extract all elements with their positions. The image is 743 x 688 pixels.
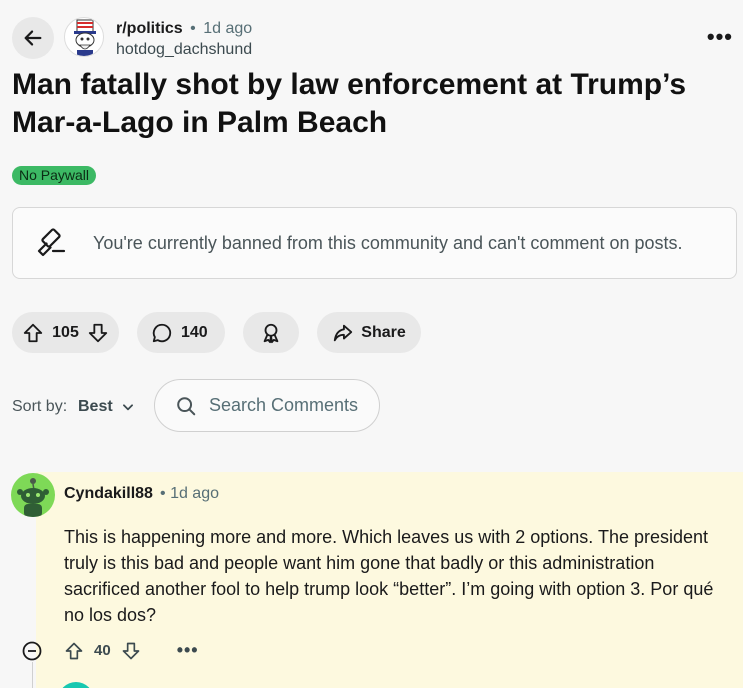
banned-notice: You're currently banned from this commun… [12,207,737,279]
back-button[interactable] [12,17,54,59]
share-label: Share [361,323,406,341]
award-icon [263,323,279,343]
sort-dropdown[interactable]: Best [78,398,135,416]
separator-dot: • [160,485,166,502]
share-arrow-icon [334,324,353,341]
vote-control: 105 [12,312,119,353]
more-options-button[interactable]: ••• [707,24,733,50]
upvote-icon[interactable] [22,322,44,344]
post-flair[interactable]: No Paywall [12,166,97,185]
post-author[interactable]: hotdog_dachshund [116,41,252,59]
comment-vote-count: 40 [94,642,111,659]
comment-avatar[interactable] [11,473,55,517]
post-title: Man fatally shot by law enforcement at T… [12,68,687,139]
post-action-bar: 105 140 Share [12,312,421,353]
comment-meta: • 1d ago [160,485,219,503]
collapse-thread-button[interactable] [22,641,42,661]
downvote-icon[interactable] [121,641,141,661]
comment-search[interactable] [154,379,380,432]
sort-label: Sort by: [12,398,68,415]
separator-dot: • [190,20,196,37]
comment-bubble-icon [152,323,172,342]
chevron-down-icon [122,404,133,411]
comment-action-bar: 40 ••• [64,640,199,661]
banned-message: You're currently banned from this commun… [93,232,683,253]
subreddit-line: r/politics • 1d ago [116,20,252,38]
comment-count: 140 [181,323,208,341]
gavel-icon [37,228,66,257]
uncle-sam-snoo-icon [74,19,96,56]
search-icon [177,396,196,415]
sort-value: Best [78,398,113,415]
share-button[interactable]: Share [317,312,421,353]
upvote-icon[interactable] [64,641,84,661]
comment-more-button[interactable]: ••• [177,640,199,661]
downvote-icon[interactable] [87,322,109,344]
comment-time: 1d ago [170,485,219,502]
minus-circle-icon [22,641,42,661]
award-button[interactable] [243,312,299,353]
search-comments-input[interactable] [209,395,369,416]
post-time: 1d ago [203,20,253,37]
thread-line [32,662,33,688]
subreddit-avatar[interactable] [64,17,104,57]
comment-author[interactable]: Cyndakill88 [64,485,153,503]
upvote-count: 105 [52,323,79,341]
arrow-left-icon [24,30,42,46]
comments-button[interactable]: 140 [137,312,225,353]
snoo-avatar-icon [17,478,49,517]
comment-body: This is happening more and more. Which l… [64,527,714,625]
subreddit-name[interactable]: r/politics [116,20,183,37]
